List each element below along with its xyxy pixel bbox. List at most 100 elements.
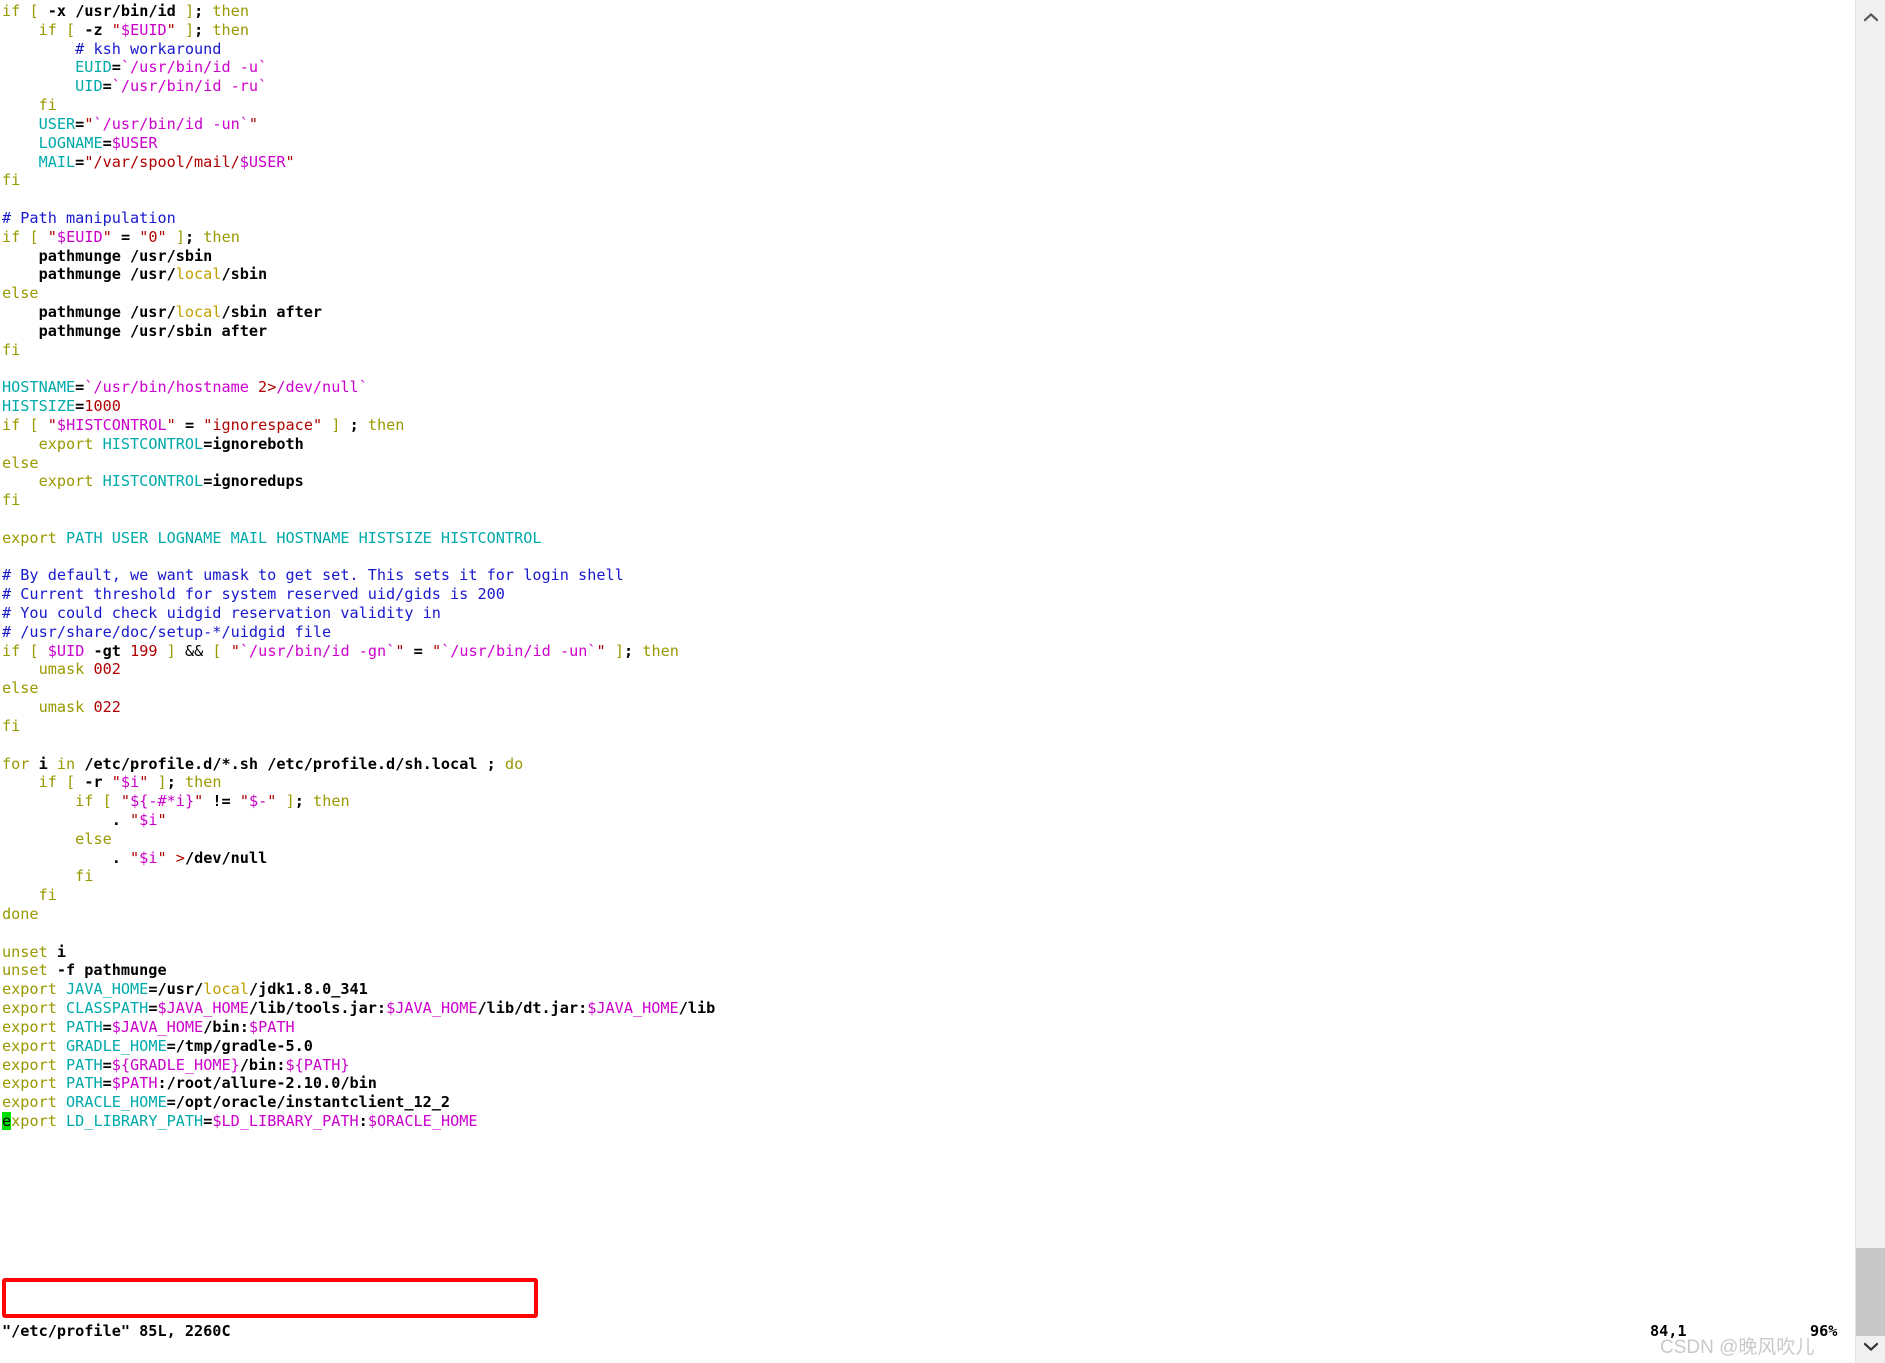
code-token: `/usr/bin/id -un` — [441, 641, 597, 660]
code-token: local — [175, 265, 222, 284]
code-token: " — [130, 848, 140, 867]
code-token: unset — [2, 961, 48, 980]
code-token: else — [2, 453, 39, 472]
code-line: export CLASSPATH=$JAVA_HOME/lib/tools.ja… — [2, 999, 715, 1018]
code-token: && — [184, 641, 204, 660]
code-token: i — [47, 942, 67, 961]
code-token: -x — [38, 2, 76, 20]
code-token: /dev/null` — [276, 378, 368, 397]
code-token: [ — [29, 2, 39, 20]
code-token: 2> — [258, 378, 277, 397]
code-token: then — [367, 415, 405, 434]
code-token: " — [166, 20, 176, 39]
status-file-info: "/etc/profile" 85L, 2260C — [2, 1322, 231, 1340]
vim-status-line: "/etc/profile" 85L, 2260C 84,1 96% — [0, 1322, 1855, 1344]
code-token: done — [2, 905, 39, 923]
code-token: ; — [624, 641, 643, 660]
code-token: HISTSIZE — [2, 397, 76, 416]
text-cursor: e — [2, 1111, 12, 1130]
code-token: = — [111, 227, 140, 246]
code-token: -z — [75, 20, 112, 39]
code-token: # ksh workaround — [75, 39, 222, 58]
code-token: `/usr/bin/id -un` — [93, 114, 249, 133]
code-token: = — [75, 114, 85, 133]
code-text-area[interactable]: if [ -x /usr/bin/id ]; then if [ -z "$EU… — [2, 2, 715, 1131]
code-token: " — [285, 152, 295, 171]
code-token: ] — [157, 773, 167, 792]
chevron-down-icon[interactable] — [1856, 1333, 1885, 1359]
code-token: HOSTNAME — [2, 378, 76, 397]
code-token: `/usr/bin/id -ru` — [111, 77, 268, 96]
code-line: umask 022 — [2, 698, 715, 717]
vim-editor-pane[interactable]: if [ -x /usr/bin/id ]; then if [ -z "$EU… — [0, 0, 1855, 1363]
code-token: local — [175, 303, 222, 321]
code-line: fi — [2, 886, 715, 905]
code-token: = — [75, 152, 85, 171]
code-token: unset — [2, 942, 48, 961]
scrollbar-thumb[interactable] — [1856, 1248, 1885, 1336]
code-token: [ — [212, 641, 222, 660]
code-token: export — [2, 528, 57, 547]
code-token: 199 — [130, 641, 158, 660]
code-token: fi — [38, 886, 57, 905]
code-token: ; — [294, 792, 314, 811]
code-token: =/tmp/gradle-5.0 — [166, 1036, 313, 1055]
code-token: != — [203, 792, 240, 811]
code-token: /usr/bin/id — [75, 2, 176, 20]
code-line: done — [2, 905, 715, 924]
code-token: ] — [175, 227, 185, 246]
code-token: = — [102, 133, 112, 152]
code-token: $EUID — [56, 227, 103, 246]
chevron-up-icon[interactable] — [1856, 4, 1885, 30]
code-line: for i in /etc/profile.d/*.sh /etc/profil… — [2, 755, 715, 774]
code-line: if [ -z "$EUID" ]; then — [2, 21, 715, 40]
code-token: : — [358, 1111, 368, 1130]
code-token: then — [212, 20, 249, 39]
code-line: if [ "$HISTCONTROL" = "ignorespace" ] ; … — [2, 416, 715, 435]
code-token: = — [175, 415, 204, 434]
code-token: in — [56, 754, 76, 773]
code-token: 002 — [93, 660, 121, 679]
code-token: PATH — [66, 1017, 103, 1036]
code-token: if — [2, 227, 21, 246]
code-token: " — [111, 773, 121, 792]
code-token: $- — [248, 792, 268, 811]
code-token: then — [203, 227, 240, 246]
code-token: PATH USER LOGNAME MAIL HOSTNAME HISTSIZE… — [66, 528, 542, 547]
code-token: $LD_LIBRARY_PATH — [212, 1111, 359, 1130]
code-token: $i — [139, 848, 158, 867]
code-line: pathmunge /usr/sbin after — [2, 322, 715, 341]
code-token: HISTCONTROL — [102, 472, 204, 491]
code-token: $JAVA_HOME — [157, 999, 249, 1018]
code-token: do — [504, 754, 524, 773]
code-token: ; — [194, 2, 213, 20]
code-token: " — [47, 415, 57, 434]
code-token: $i — [120, 773, 140, 792]
code-token: =ignoredups — [203, 472, 304, 491]
code-line: export GRADLE_HOME=/tmp/gradle-5.0 — [2, 1037, 715, 1056]
page-scrollbar[interactable] — [1855, 0, 1885, 1363]
code-line: # Current threshold for system reserved … — [2, 585, 715, 604]
code-token: = — [404, 641, 432, 660]
code-token: $USER — [111, 133, 158, 152]
code-token: HISTCONTROL — [102, 434, 204, 453]
code-token: " — [139, 773, 149, 792]
code-line: . "$i" — [2, 811, 715, 830]
code-line: fi — [2, 341, 715, 360]
